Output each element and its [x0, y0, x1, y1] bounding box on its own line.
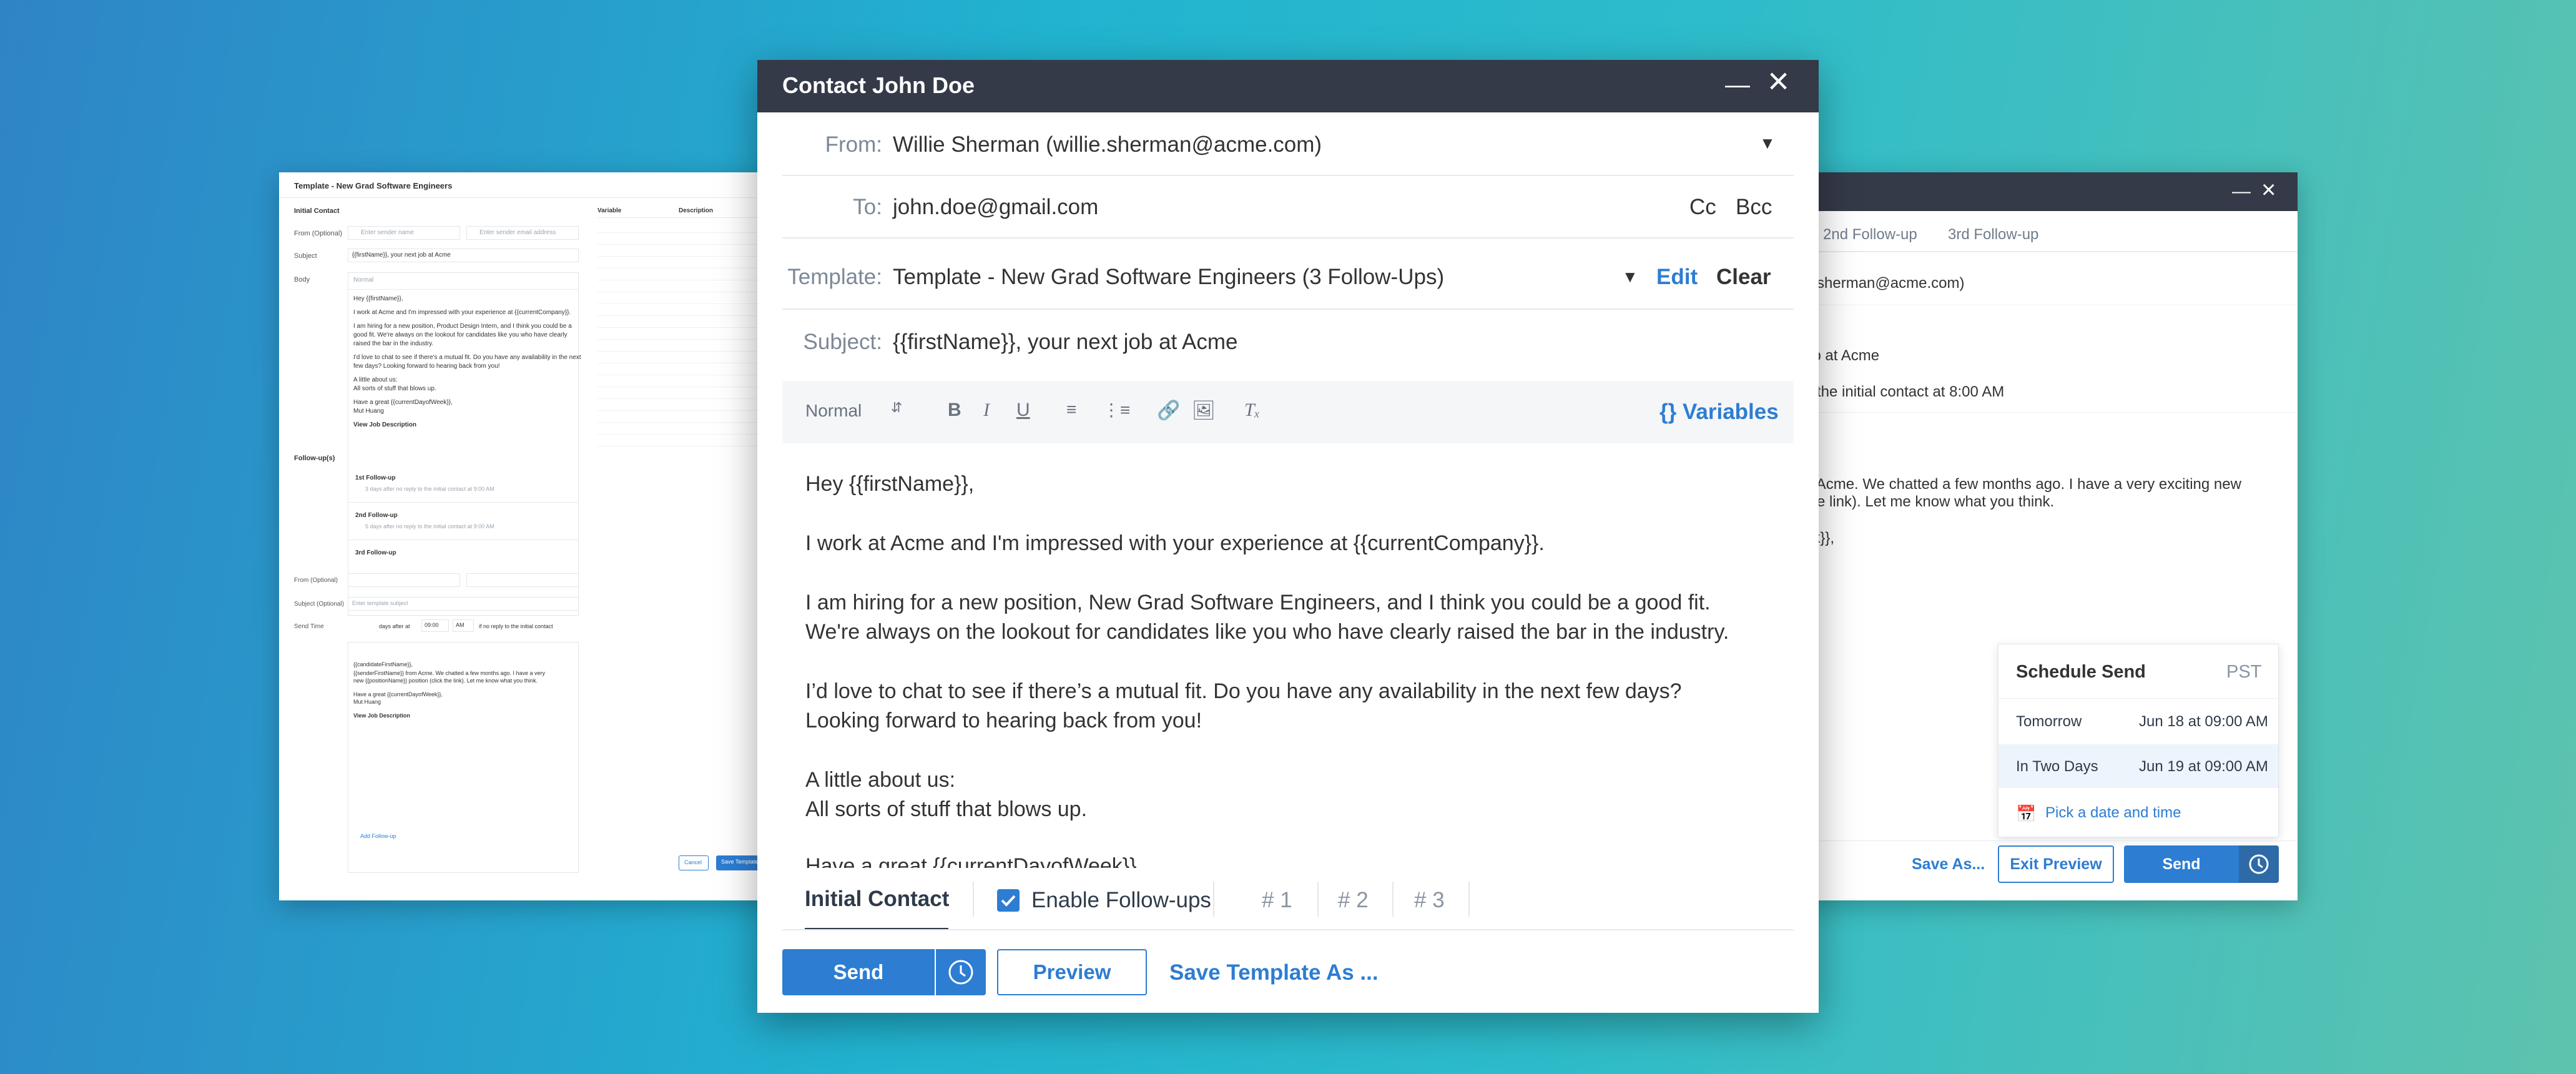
bold-icon[interactable]: B — [948, 400, 961, 421]
description-header: Description — [679, 207, 714, 214]
schedule-send-title: Schedule Send — [2016, 662, 2146, 682]
tab-followup-2[interactable]: # 2 — [1338, 888, 1369, 913]
to-label: To: — [853, 195, 882, 219]
schedule-option-two-days[interactable]: In Two Days Jun 19 at 09:00 AM — [1998, 744, 2278, 788]
followup-2[interactable]: 2nd Follow-up 5 days after no reply to t… — [348, 510, 579, 541]
compose-titlebar: Contact John Doe — × — [757, 60, 1819, 112]
preview-button[interactable]: Preview — [997, 949, 1147, 995]
template-window: Template - New Grad Software Engineers I… — [279, 172, 786, 900]
add-followup-link[interactable]: Add Follow-up — [360, 833, 396, 839]
preview-send-button[interactable]: Send — [2124, 845, 2239, 883]
followup-3[interactable]: 3rd Follow-up — [348, 547, 579, 566]
save-as-link[interactable]: Save As... — [1912, 855, 1985, 874]
close-icon[interactable]: × — [2261, 176, 2276, 204]
tab-3rd-followup[interactable]: 3rd Follow-up — [1948, 226, 2038, 244]
chevron-down-icon[interactable]: ▼ — [1622, 267, 1638, 287]
send-time-ampm-select[interactable]: AM — [453, 619, 474, 632]
bullet-list-icon[interactable]: ⋮≡ — [1103, 400, 1130, 420]
schedule-option-tomorrow[interactable]: Tomorrow Jun 18 at 09:00 AM — [1998, 699, 2278, 743]
chevron-down-icon[interactable]: ▼ — [1759, 134, 1776, 153]
cc-button[interactable]: Cc — [1689, 195, 1716, 220]
body-line: I work at Acme and I'm impressed with yo… — [805, 531, 1545, 555]
body-line: All sorts of stuff that blows up. — [805, 797, 1088, 821]
minimize-icon[interactable]: — — [1725, 71, 1750, 99]
from-label: From: — [825, 132, 882, 157]
enable-followups-label: Enable Follow-ups — [1031, 888, 1211, 912]
followup-1[interactable]: 1st Follow-up 3 days after no reply to t… — [348, 472, 579, 503]
body-line: I’d love to chat to see if there’s a mut… — [805, 679, 1682, 703]
initial-contact-heading: Initial Contact — [294, 207, 340, 215]
body-editor[interactable]: Normal ⇵ B I U ≡ ⋮≡ 🔗 🖼 Tₓ {} Variables … — [782, 381, 1794, 878]
followups-heading: Follow-up(s) — [294, 455, 335, 462]
link-icon[interactable]: 🔗 — [1157, 400, 1180, 421]
template-edit-button[interactable]: Edit — [1656, 265, 1698, 290]
followup-email-input[interactable] — [466, 573, 579, 587]
subject-optional-label: Subject (Optional) — [294, 601, 345, 608]
schedule-send-button[interactable] — [936, 949, 986, 995]
variables-table — [597, 221, 785, 452]
subject-label: Subject: — [803, 330, 882, 354]
clock-icon — [948, 960, 973, 985]
exit-preview-button[interactable]: Exit Preview — [1998, 845, 2114, 883]
compose-window: Contact John Doe — × From: Willie Sherma… — [757, 60, 1819, 1013]
italic-icon[interactable]: I — [983, 400, 990, 421]
preview-window: — × 2nd Follow-up 3rd Follow-up e.sherma… — [1798, 172, 2298, 900]
variables-button[interactable]: {} Variables — [1659, 400, 1779, 425]
sender-email-input[interactable]: Enter sender email address — [466, 226, 579, 240]
preview-titlebar: — × — [1798, 172, 2298, 211]
schedule-send-popover: Schedule Send PST Tomorrow Jun 18 at 09:… — [1998, 644, 2279, 837]
enable-followups-checkbox[interactable] — [997, 889, 1020, 912]
to-input[interactable]: john.doe@gmail.com — [893, 195, 1098, 220]
tab-followup-1[interactable]: # 1 — [1262, 888, 1292, 913]
pick-date-time-option[interactable]: 📅 Pick a date and time — [1998, 791, 2278, 834]
followup-subject-input[interactable]: Enter template subject — [348, 597, 579, 611]
from-label: From (Optional) — [294, 230, 343, 237]
image-icon[interactable]: 🖼 — [1192, 400, 1216, 421]
checkmark-icon — [1001, 895, 1016, 907]
minimize-icon[interactable]: — — [2232, 181, 2251, 202]
close-icon[interactable]: × — [1767, 62, 1789, 100]
subject-label: Subject — [294, 252, 317, 260]
variables-header: Variable — [597, 207, 622, 214]
body-line: A little about us: — [805, 768, 956, 792]
underline-icon[interactable]: U — [1016, 400, 1030, 421]
format-select[interactable]: Normal — [805, 401, 862, 421]
body-line: I am hiring for a new position, New Grad… — [805, 591, 1711, 614]
template-select[interactable]: Template - New Grad Software Engineers (… — [893, 265, 1444, 290]
template-cancel-button[interactable]: Cancel — [679, 855, 709, 870]
template-clear-button[interactable]: Clear — [1716, 265, 1771, 290]
body-line: We're always on the lookout for candidat… — [805, 620, 1729, 644]
subject-input[interactable]: {{firstName}}, your next job at Acme — [893, 330, 1238, 355]
view-job-description-link[interactable]: View Job Description — [353, 421, 416, 428]
send-time-label: Send Time — [294, 623, 324, 630]
preview-schedule-button[interactable] — [2239, 845, 2279, 883]
ordered-list-icon[interactable]: ≡ — [1066, 400, 1076, 420]
from-select[interactable]: Willie Sherman (willie.sherman@acme.com) — [893, 132, 1322, 157]
sort-icon: ⇵ — [891, 400, 903, 415]
body-line: Hey {{firstName}}, — [805, 472, 975, 496]
tab-followup-3[interactable]: # 3 — [1414, 888, 1445, 913]
compose-title: Contact John Doe — [782, 72, 975, 98]
clock-icon — [2249, 854, 2269, 874]
template-label: Template: — [787, 265, 882, 289]
body-line: Looking forward to hearing back from you… — [805, 709, 1202, 732]
calendar-icon: 📅 — [2016, 804, 2037, 823]
tab-2nd-followup[interactable]: 2nd Follow-up — [1823, 226, 1917, 244]
tab-initial-contact[interactable]: Initial Contact — [805, 887, 949, 912]
send-time-hour-select[interactable]: 09:00 — [421, 619, 449, 632]
save-template-as-button[interactable]: Save Template As ... — [1169, 960, 1379, 985]
subject-input[interactable]: {{firstName}}, your next job at Acme — [348, 249, 579, 262]
bcc-button[interactable]: Bcc — [1736, 195, 1772, 220]
timezone-label: PST — [2226, 662, 2262, 682]
clear-format-icon[interactable]: Tₓ — [1244, 400, 1260, 421]
send-button[interactable]: Send — [782, 949, 935, 995]
followup-from-label: From (Optional) — [294, 577, 338, 584]
followup-sender-select[interactable] — [348, 573, 460, 587]
sender-name-select[interactable]: Enter sender name — [348, 226, 460, 240]
template-window-title: Template - New Grad Software Engineers — [294, 181, 453, 190]
body-label: Body — [294, 276, 310, 283]
